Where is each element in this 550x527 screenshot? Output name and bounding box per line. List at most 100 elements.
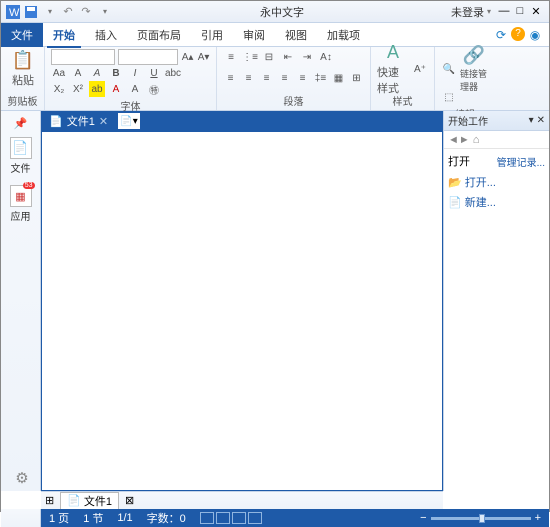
svg-text:W: W <box>9 7 20 19</box>
doc-strip-tab[interactable]: 📄文件1 <box>60 492 119 510</box>
numbering-icon[interactable]: ⋮≡ <box>242 49 258 65</box>
distribute-icon[interactable]: ≡ <box>295 71 310 87</box>
pane-menu-icon[interactable]: ▾ <box>529 115 534 126</box>
case-icon[interactable]: A <box>70 65 86 81</box>
app-grid-icon: ▦53 <box>10 185 32 207</box>
align-right-icon[interactable]: ≡ <box>259 71 274 87</box>
tab-close-icon[interactable]: ✕ <box>99 115 108 128</box>
sidebar-item-file[interactable]: 📄 文件 <box>7 134 35 178</box>
group-font: A▴ A▾ Aa A A B I U abc X₂ X² ab A A ㊕ 字体 <box>45 47 217 110</box>
sidebar-item-app[interactable]: ▦53 应用 <box>7 182 35 226</box>
sub-icon[interactable]: X₂ <box>51 81 67 97</box>
tab-home[interactable]: 开始 <box>43 23 85 47</box>
tab-ref[interactable]: 引用 <box>191 23 233 47</box>
tab-view[interactable]: 视图 <box>275 23 317 47</box>
main-area: 📄文件1✕ 📄▾ <box>41 111 443 491</box>
tab-insert[interactable]: 插入 <box>85 23 127 47</box>
qa-chevron-icon[interactable]: ▾ <box>97 4 113 20</box>
view-outline-icon[interactable] <box>248 512 262 524</box>
pane-nav: ◄ ► ⌂ <box>444 131 549 149</box>
expand-icon[interactable]: ⊞ <box>45 494 54 507</box>
font-size-combo[interactable] <box>118 49 178 65</box>
help2-icon[interactable]: ◉ <box>527 27 543 43</box>
tab-layout[interactable]: 页面布局 <box>127 23 191 47</box>
line-spacing-icon[interactable]: ‡≡ <box>313 71 328 87</box>
underline-icon[interactable]: U <box>146 65 162 81</box>
shrink-font-icon[interactable]: A▾ <box>197 49 210 65</box>
task-pane-header: 开始工作 ▾✕ <box>444 111 549 131</box>
tab-file[interactable]: 文件 <box>1 23 43 47</box>
new-tab-button[interactable]: 📄▾ <box>118 113 140 129</box>
align-left-icon[interactable]: ≡ <box>223 71 238 87</box>
shading-icon[interactable]: ▦ <box>331 71 346 87</box>
char-scale-icon[interactable]: A <box>127 81 143 97</box>
zoom-out-icon[interactable]: − <box>420 512 426 524</box>
style-icon[interactable]: A <box>89 65 105 81</box>
document-canvas[interactable] <box>41 131 443 491</box>
zoom-slider[interactable] <box>431 517 531 520</box>
pageof-status: 1/1 <box>117 512 132 524</box>
strip-close-icon[interactable]: ⊠ <box>125 494 134 507</box>
group-edit: 🔍 🔗链接管理器 ⬚ 编辑 <box>435 47 495 110</box>
clear-icon[interactable]: Aa <box>51 65 67 81</box>
multilevel-icon[interactable]: ⊟ <box>261 49 277 65</box>
bold-icon[interactable]: B <box>108 65 124 81</box>
manage-link[interactable]: 管理记录... <box>497 154 545 169</box>
open-label: 打开 <box>448 153 470 169</box>
select-icon[interactable]: ⬚ <box>441 89 457 105</box>
bullets-icon[interactable]: ≡ <box>223 49 239 65</box>
app-icon: W <box>5 4 21 20</box>
view-read-icon[interactable] <box>216 512 230 524</box>
indent-icon[interactable]: ⇥ <box>299 49 315 65</box>
font-color-icon[interactable]: A <box>108 81 124 97</box>
content-area: 📌 📄 文件 ▦53 应用 ⚙ 📄文件1✕ 📄▾ 开始工作 ▾✕ ◄ ► ⌂ <box>1 111 549 491</box>
strike-icon[interactable]: abc <box>165 65 181 81</box>
view-print-icon[interactable] <box>200 512 214 524</box>
sup-icon[interactable]: X² <box>70 81 86 97</box>
view-web-icon[interactable] <box>232 512 246 524</box>
gear-icon[interactable]: ⚙ <box>15 469 28 487</box>
new-item[interactable]: 📄新建... <box>448 192 545 212</box>
enclose-icon[interactable]: ㊕ <box>146 81 162 97</box>
section-status: 1 节 <box>83 510 103 526</box>
login-status[interactable]: 未登录▾ <box>451 4 491 20</box>
style-more-icon[interactable]: A⁺ <box>412 61 428 77</box>
align-center-icon[interactable]: ≡ <box>241 71 256 87</box>
find-icon[interactable]: 🔍 <box>441 61 457 77</box>
back-icon[interactable]: ◄ <box>448 134 459 146</box>
fwd-icon[interactable]: ► <box>459 134 470 146</box>
help-icon[interactable]: ? <box>511 27 525 41</box>
tab-review[interactable]: 审阅 <box>233 23 275 47</box>
tab-addin[interactable]: 加载项 <box>317 23 370 47</box>
title-bar: W ▾ ↶ ↷ ▾ 永中文字 未登录▾ — □ ✕ <box>1 1 549 23</box>
grow-font-icon[interactable]: A▴ <box>181 49 194 65</box>
qa-dropdown-icon[interactable]: ▾ <box>42 4 58 20</box>
font-name-combo[interactable] <box>51 49 115 65</box>
quick-style-button[interactable]: A快速样式 <box>377 49 409 89</box>
outdent-icon[interactable]: ⇤ <box>280 49 296 65</box>
save-icon[interactable] <box>23 4 39 20</box>
view-icons <box>200 512 262 524</box>
ribbon: 📋粘贴 剪贴板 A▴ A▾ Aa A A B I U abc X₂ X² ab … <box>1 47 549 111</box>
italic-icon[interactable]: I <box>127 65 143 81</box>
align-text-icon[interactable]: A↕ <box>318 49 334 65</box>
pin-icon[interactable]: 📌 <box>14 117 28 130</box>
pane-close-icon[interactable]: ✕ <box>537 115 545 126</box>
doc-strip: ⊞ 📄文件1 ⊠ <box>41 491 443 509</box>
undo-icon[interactable]: ↶ <box>60 4 76 20</box>
close-icon[interactable]: ✕ <box>529 5 543 18</box>
redo-icon[interactable]: ↷ <box>78 4 94 20</box>
zoom-in-icon[interactable]: + <box>535 512 541 524</box>
maximize-icon[interactable]: □ <box>513 5 527 18</box>
justify-icon[interactable]: ≡ <box>277 71 292 87</box>
home-icon[interactable]: ⌂ <box>473 134 480 146</box>
newdoc-icon: 📄 <box>448 196 462 209</box>
open-item[interactable]: 📂打开... <box>448 172 545 192</box>
paste-button[interactable]: 📋粘贴 <box>7 49 39 89</box>
doc-tab-active[interactable]: 📄文件1✕ <box>41 111 116 131</box>
border-icon[interactable]: ⊞ <box>349 71 364 87</box>
minimize-icon[interactable]: — <box>497 5 511 18</box>
refresh-icon[interactable]: ⟳ <box>493 27 509 43</box>
link-mgr-button[interactable]: 🔗链接管理器 <box>460 49 488 89</box>
highlight-icon[interactable]: ab <box>89 81 105 97</box>
